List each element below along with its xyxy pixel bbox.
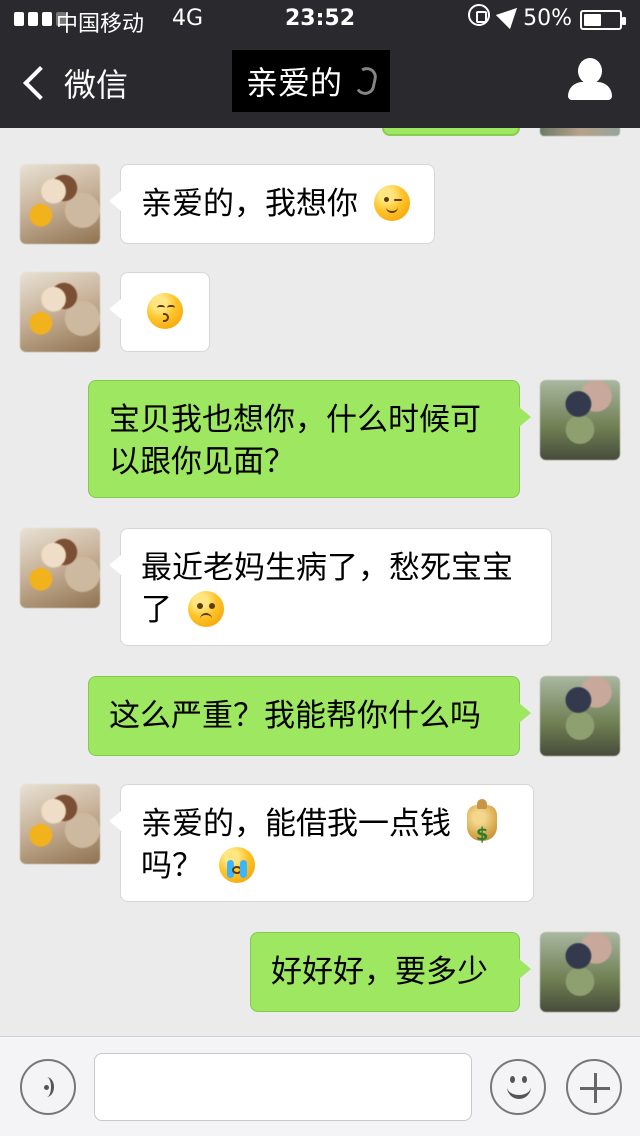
message-bubble-right[interactable]: 好好好，要多少	[250, 932, 531, 1012]
location-icon	[495, 0, 525, 30]
back-label: 微信	[64, 66, 129, 104]
status-bar: 中国移动 4G 23:52 50%	[0, 0, 640, 40]
navigation-bar: 微信 亲爱的	[0, 40, 640, 128]
worried-face-emoji-icon	[187, 591, 224, 627]
battery-percentage: 50%	[523, 6, 572, 31]
person-icon-body	[568, 82, 612, 100]
emoji-button[interactable]	[490, 1059, 546, 1115]
back-button[interactable]: 微信	[18, 60, 128, 106]
battery-fill	[584, 14, 601, 26]
contact-avatar[interactable]	[20, 528, 100, 608]
contact-avatar[interactable]	[20, 784, 100, 864]
user-avatar[interactable]	[540, 676, 620, 756]
message-text: 宝贝我也想你，什么时候可以跟你见面？	[109, 402, 481, 480]
battery-icon	[580, 10, 626, 30]
partially-visible-message	[382, 128, 520, 136]
profile-button[interactable]	[566, 58, 614, 106]
winking-face-emoji-icon	[373, 185, 410, 221]
back-chevron-icon	[23, 66, 57, 100]
money-bag-emoji-icon	[466, 799, 497, 856]
message-bubble-left[interactable]: 最近老妈生病了，愁死宝宝了	[109, 528, 552, 646]
user-avatar[interactable]	[540, 932, 620, 1012]
user-avatar[interactable]	[540, 380, 620, 460]
title-container: 亲爱的	[232, 50, 391, 112]
contact-avatar[interactable]	[20, 272, 100, 352]
message-text: 好好好，要多少	[271, 954, 488, 990]
message-input[interactable]	[94, 1053, 472, 1121]
chat-area[interactable]: 亲爱的，我想你 宝贝我也想你，什么时候可以跟你见面？ 最近老妈生病了，愁死宝宝了…	[0, 128, 640, 1036]
contact-avatar[interactable]	[20, 164, 100, 244]
input-bar	[0, 1036, 640, 1136]
kissing-face-emoji-icon	[147, 293, 183, 329]
ear-icon	[353, 65, 379, 97]
message-text: 亲爱的，能借我一点钱	[141, 806, 451, 842]
orientation-lock-icon	[468, 4, 490, 26]
crying-face-emoji-icon	[218, 847, 255, 883]
message-bubble-right[interactable]: 这么严重？我能帮你什么吗	[88, 676, 531, 756]
smile-icon-eye	[510, 1076, 515, 1083]
message-bubble-left[interactable]: 亲爱的，能借我一点钱 吗？	[109, 784, 534, 902]
message-bubble-right[interactable]: 宝贝我也想你，什么时候可以跟你见面？	[88, 380, 531, 498]
message-bubble-left[interactable]	[109, 272, 210, 352]
message-text: 亲爱的，我想你	[141, 186, 358, 222]
smile-icon-eye	[522, 1076, 527, 1083]
partially-visible-avatar	[540, 128, 620, 136]
more-button[interactable]	[566, 1059, 622, 1115]
message-text: 吗？	[141, 848, 203, 884]
chat-title: 亲爱的	[246, 64, 343, 102]
message-text: 这么严重？我能帮你什么吗	[109, 698, 481, 734]
status-icons	[468, 0, 525, 30]
top-bar: 中国移动 4G 23:52 50% 微信 亲爱的	[0, 0, 640, 128]
person-icon	[578, 58, 602, 84]
voice-input-button[interactable]	[20, 1059, 76, 1115]
message-bubble-left[interactable]: 亲爱的，我想你	[109, 164, 435, 244]
